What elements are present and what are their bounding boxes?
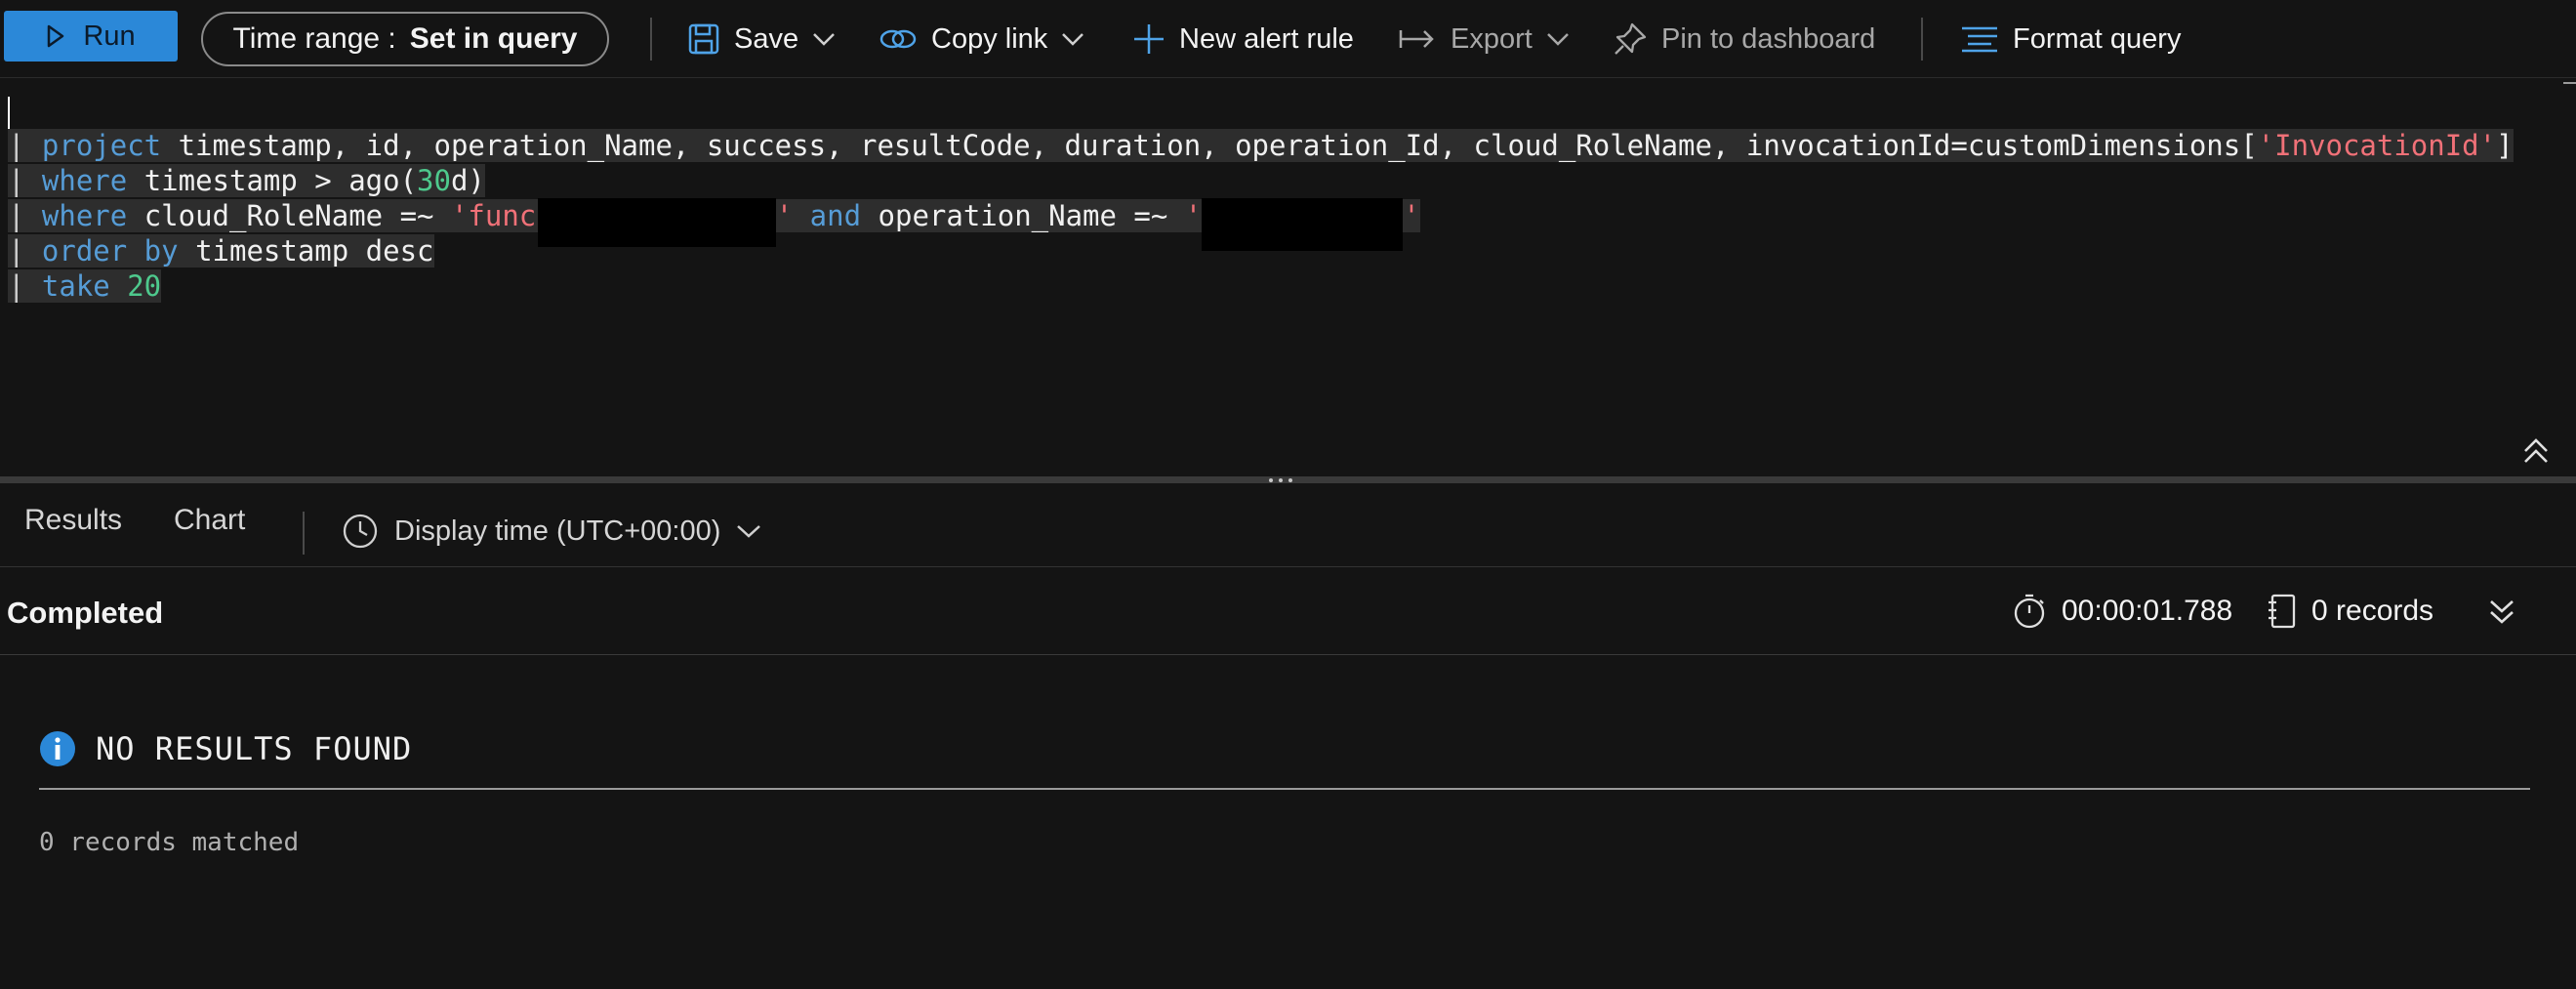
code-line-2: | project timestamp, id, operation_Name,… bbox=[8, 128, 2514, 163]
toolbar-divider bbox=[1921, 18, 1923, 61]
query-status-bar: Completed 00:00:01.788 0 records bbox=[0, 568, 2576, 655]
code-token: | bbox=[8, 234, 42, 268]
code-number: 20 bbox=[109, 269, 162, 303]
export-icon bbox=[1399, 30, 1434, 48]
query-toolbar: Run Time range : Set in query Save Copy … bbox=[0, 0, 2576, 78]
code-line-3: | where timestamp > ago(30d) bbox=[8, 163, 485, 198]
code-token: | bbox=[8, 129, 42, 162]
code-number: 30 bbox=[417, 164, 451, 197]
format-query-button[interactable]: Format query bbox=[1960, 16, 2181, 62]
display-time-dropdown[interactable]: Display time (UTC+00:00) bbox=[342, 504, 761, 558]
play-icon bbox=[48, 24, 64, 48]
time-range-value: Set in query bbox=[409, 22, 578, 55]
code-line-6: | take 20 bbox=[8, 268, 162, 304]
code-string: ' bbox=[1184, 199, 1203, 232]
chevron-down-icon bbox=[813, 33, 835, 46]
code-keyword: order by bbox=[41, 234, 179, 268]
code-token: d) bbox=[450, 164, 485, 197]
format-icon bbox=[1962, 26, 1997, 53]
results-tab-bar: Results Chart Display time (UTC+00:00) bbox=[0, 484, 2576, 567]
copy-link-button[interactable]: Copy link bbox=[879, 16, 1084, 62]
code-string: ' bbox=[775, 199, 794, 232]
no-results-header: NO RESULTS FOUND bbox=[39, 730, 412, 767]
tab-chart[interactable]: Chart bbox=[174, 504, 245, 537]
code-line-1: requests bbox=[8, 93, 213, 162]
code-token: timestamp > ago( bbox=[127, 164, 418, 197]
no-results-title: NO RESULTS FOUND bbox=[96, 730, 413, 767]
double-chevron-down-icon[interactable] bbox=[2487, 598, 2516, 627]
code-keyword: where bbox=[41, 199, 128, 232]
code-token: | bbox=[8, 164, 42, 197]
code-token: cloud_RoleName =~ bbox=[127, 199, 451, 232]
records-matched-text: 0 records matched bbox=[39, 828, 300, 857]
query-editor[interactable]: requests | project timestamp, id, operat… bbox=[0, 79, 2576, 476]
format-label: Format query bbox=[2013, 22, 2182, 55]
splitter-grip[interactable] bbox=[1269, 478, 1292, 482]
clock-icon bbox=[343, 514, 378, 549]
time-range-picker[interactable]: Time range : Set in query bbox=[201, 12, 609, 66]
code-token: ] bbox=[2496, 129, 2514, 162]
info-icon bbox=[40, 731, 75, 766]
code-keyword: and bbox=[809, 199, 862, 232]
export-label: Export bbox=[1451, 22, 1533, 55]
notebook-icon bbox=[2269, 594, 2296, 629]
export-button[interactable]: Export bbox=[1398, 16, 1570, 62]
new-alert-rule-button[interactable]: New alert rule bbox=[1132, 16, 1354, 62]
query-duration: 00:00:01.788 bbox=[2013, 590, 2232, 633]
new-alert-label: New alert rule bbox=[1179, 22, 1354, 55]
chevron-down-icon bbox=[1062, 33, 1084, 46]
display-time-label: Display time (UTC+00:00) bbox=[394, 515, 721, 547]
double-chevron-up-icon[interactable] bbox=[2520, 435, 2552, 467]
code-line-5: | order by timestamp desc bbox=[8, 233, 434, 268]
editor-scroll-marker bbox=[2563, 82, 2576, 84]
code-token: | bbox=[8, 269, 42, 303]
run-button[interactable]: Run bbox=[4, 11, 178, 62]
run-label: Run bbox=[83, 20, 136, 52]
chevron-down-icon bbox=[737, 525, 761, 538]
code-token: timestamp desc bbox=[178, 234, 434, 268]
code-line-4: | where cloud_RoleName =~ 'func- ' and op… bbox=[8, 198, 1420, 251]
tab-divider bbox=[303, 512, 305, 555]
pin-to-dashboard-button[interactable]: Pin to dashboard bbox=[1613, 16, 1875, 62]
records-value: 0 records bbox=[2311, 595, 2434, 627]
code-keyword: project bbox=[41, 129, 162, 162]
link-icon bbox=[879, 29, 917, 49]
redacted-block bbox=[537, 198, 776, 247]
code-token: operation_Name =~ bbox=[861, 199, 1185, 232]
save-button[interactable]: Save bbox=[687, 16, 836, 62]
time-range-prefix: Time range : bbox=[232, 22, 396, 55]
divider bbox=[39, 788, 2530, 790]
code-keyword: take bbox=[41, 269, 110, 303]
save-icon bbox=[688, 23, 719, 55]
record-count: 0 records bbox=[2267, 590, 2433, 633]
status-label: Completed bbox=[7, 596, 164, 630]
stopwatch-icon bbox=[2014, 594, 2045, 629]
plus-icon bbox=[1134, 24, 1164, 54]
code-string: ' bbox=[1403, 199, 1420, 232]
code-token: timestamp, id, operation_Name, success, … bbox=[161, 129, 2258, 162]
code-string: 'InvocationId' bbox=[2257, 129, 2497, 162]
copy-link-label: Copy link bbox=[931, 22, 1048, 55]
code-token: | bbox=[8, 199, 42, 232]
chevron-down-icon bbox=[1546, 33, 1569, 46]
pin-label: Pin to dashboard bbox=[1661, 22, 1876, 55]
tab-results[interactable]: Results bbox=[24, 504, 122, 537]
toolbar-divider bbox=[650, 18, 652, 61]
save-label: Save bbox=[734, 22, 799, 55]
redacted-block bbox=[1202, 198, 1404, 251]
code-keyword: where bbox=[41, 164, 128, 197]
duration-value: 00:00:01.788 bbox=[2062, 595, 2233, 627]
pin-icon bbox=[1615, 22, 1647, 55]
